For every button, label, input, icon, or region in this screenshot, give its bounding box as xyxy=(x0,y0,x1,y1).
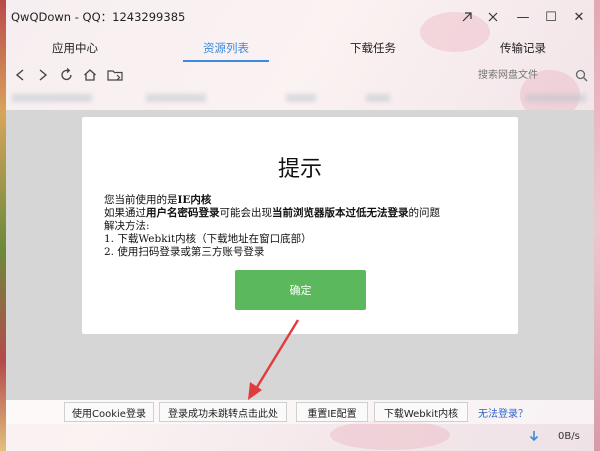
bottom-toolbar: 使用Cookie登录 登录成功未跳转点击此处 重置IE配置 下载Webkit内核… xyxy=(6,400,594,424)
dialog-message: 您当前使用的是IE内核 如果通过用户名密码登录可能会出现当前浏览器版本过低无法登… xyxy=(104,194,504,259)
tab-download-tasks[interactable]: 下载任务 xyxy=(350,40,396,56)
message-line: 您当前使用的是IE内核 xyxy=(104,194,212,206)
window-title: QwQDown - QQ：1243299385 xyxy=(11,10,186,24)
minimize-button[interactable]: — xyxy=(512,6,534,28)
forward-icon[interactable] xyxy=(34,66,52,84)
blurred-content-strip xyxy=(6,88,594,110)
close-button[interactable]: ✕ xyxy=(568,6,590,28)
message-line: 1. 下载Webkit内核（下载地址在窗口底部） xyxy=(104,233,312,245)
message-line: 如果通过用户名密码登录可能会出现当前浏览器版本过低无法登录的问题 xyxy=(104,207,440,219)
download-speed: 0B/s xyxy=(558,431,580,442)
download-webkit-button[interactable]: 下载Webkit内核 xyxy=(374,402,468,422)
tab-app-center[interactable]: 应用中心 xyxy=(52,40,98,56)
main-tabs: 应用中心 资源列表 下载任务 传输记录 xyxy=(0,36,600,62)
login-tip-dialog: 提示 您当前使用的是IE内核 如果通过用户名密码登录可能会出现当前浏览器版本过低… xyxy=(82,117,518,334)
back-icon[interactable] xyxy=(11,66,29,84)
status-bar: 0B/s xyxy=(0,424,600,451)
title-bar: QwQDown - QQ：1243299385 — ☐ ✕ xyxy=(0,0,600,32)
nav-toolbar xyxy=(0,62,600,88)
tab-resource-list[interactable]: 资源列表 xyxy=(183,40,269,62)
folder-icon[interactable] xyxy=(106,66,124,84)
download-speed-icon xyxy=(529,431,539,442)
search-icon[interactable] xyxy=(572,66,590,84)
search-input[interactable] xyxy=(478,67,566,83)
maximize-button[interactable]: ☐ xyxy=(540,6,562,28)
reset-ie-button[interactable]: 重置IE配置 xyxy=(296,402,368,422)
pin-icon[interactable] xyxy=(456,6,478,28)
message-line: 2. 使用扫码登录或第三方账号登录 xyxy=(104,246,265,258)
dialog-title: 提示 xyxy=(277,157,322,182)
ok-button[interactable]: 确定 xyxy=(235,270,366,310)
login-redirect-button[interactable]: 登录成功未跳转点击此处 xyxy=(159,402,287,422)
close-tab-icon[interactable] xyxy=(482,6,504,28)
tab-transfer-history[interactable]: 传输记录 xyxy=(500,40,546,56)
message-line: 解决方法: xyxy=(104,220,150,232)
home-icon[interactable] xyxy=(81,66,99,84)
cannot-login-link[interactable]: 无法登录？ xyxy=(478,405,528,420)
refresh-icon[interactable] xyxy=(58,66,76,84)
cookie-login-button[interactable]: 使用Cookie登录 xyxy=(64,402,154,422)
annotation-arrow-icon xyxy=(248,319,300,400)
